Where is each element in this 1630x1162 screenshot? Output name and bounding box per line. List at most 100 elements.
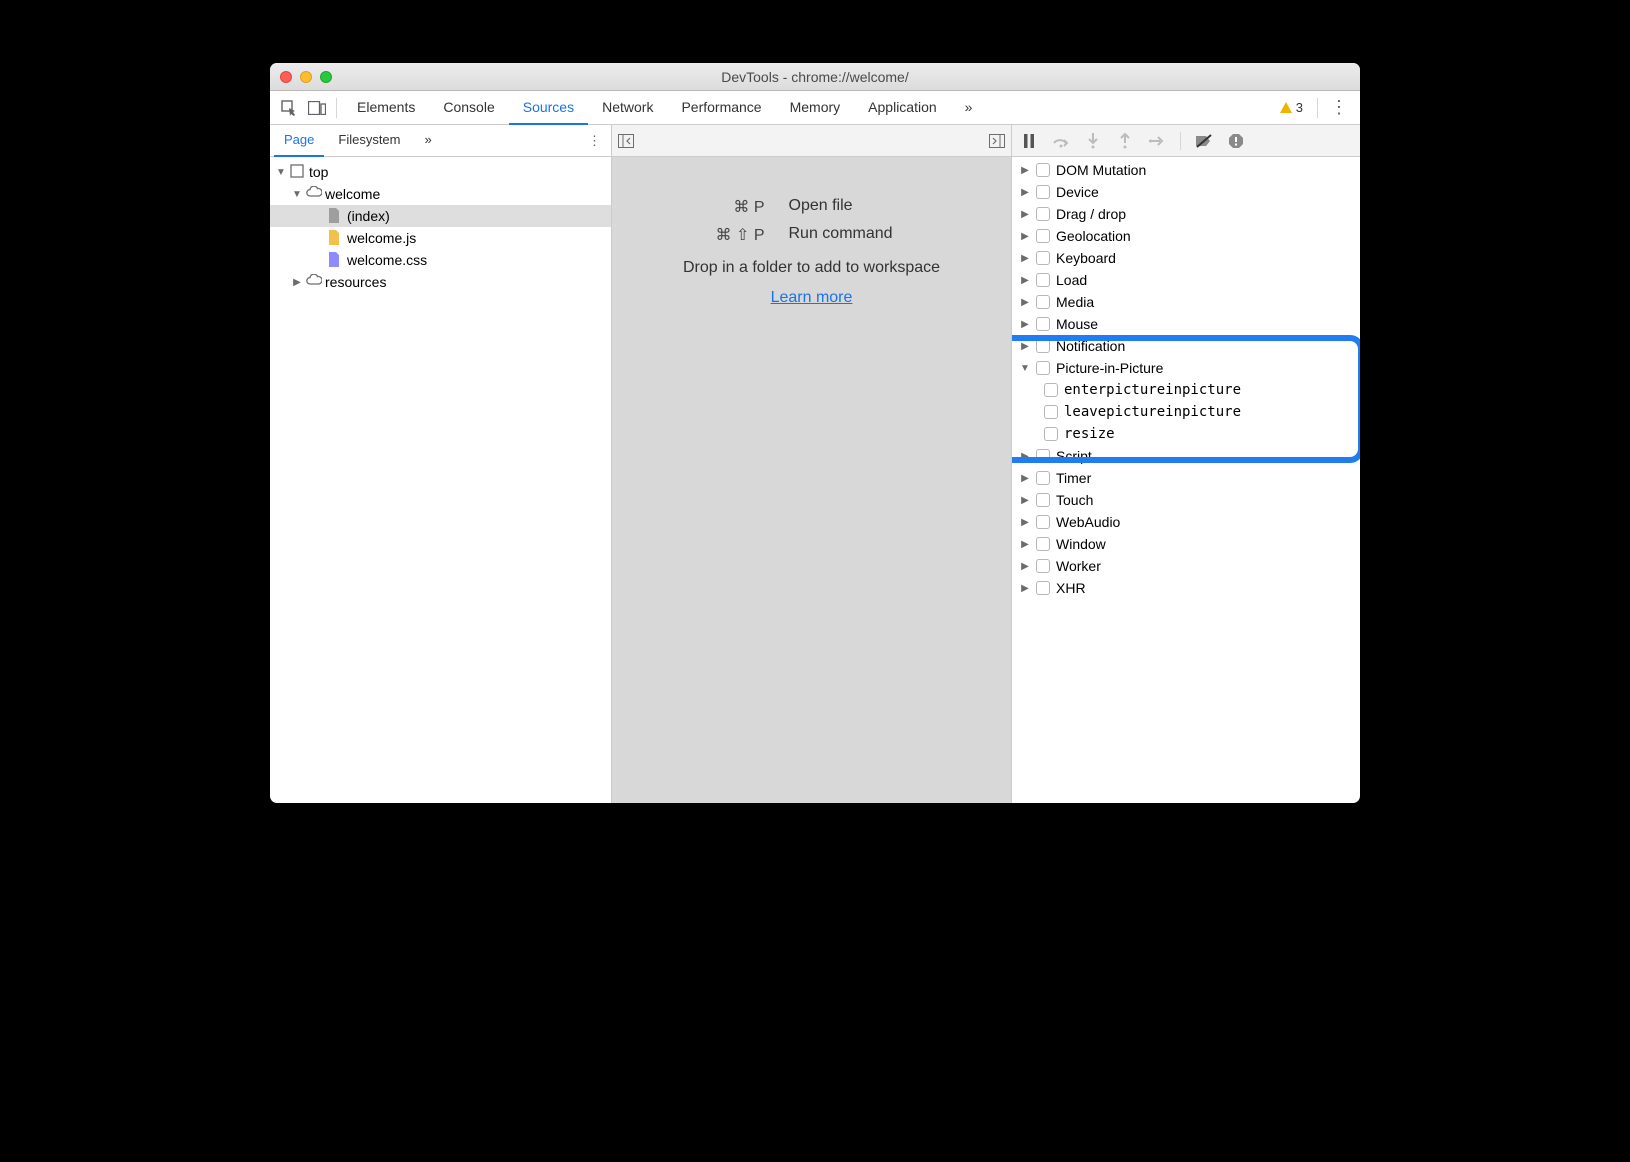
debugger-panel: ▶DOM Mutation▶Device▶Drag / drop▶Geoloca… bbox=[1012, 125, 1360, 803]
breakpoint-checkbox[interactable] bbox=[1036, 515, 1050, 529]
toolbar-separator bbox=[1317, 98, 1318, 118]
breakpoint-category[interactable]: ▶Window bbox=[1012, 533, 1360, 555]
pause-icon[interactable] bbox=[1020, 132, 1038, 150]
breakpoint-checkbox[interactable] bbox=[1036, 493, 1050, 507]
breakpoint-checkbox[interactable] bbox=[1036, 185, 1050, 199]
breakpoint-label: Mouse bbox=[1056, 316, 1098, 332]
breakpoint-label: DOM Mutation bbox=[1056, 162, 1146, 178]
breakpoint-checkbox[interactable] bbox=[1036, 163, 1050, 177]
tabs-overflow[interactable]: » bbox=[951, 91, 987, 125]
tree-node-welcome[interactable]: ▼ welcome bbox=[270, 183, 611, 205]
breakpoint-checkbox[interactable] bbox=[1036, 317, 1050, 331]
caret-right-icon: ▶ bbox=[1020, 165, 1030, 176]
editor-toolbar bbox=[612, 125, 1011, 157]
breakpoint-category[interactable]: ▶ DOM Mutation bbox=[1012, 159, 1360, 181]
breakpoint-category[interactable]: ▶Drag / drop bbox=[1012, 203, 1360, 225]
breakpoint-category[interactable]: ▶Keyboard bbox=[1012, 247, 1360, 269]
breakpoint-checkbox[interactable] bbox=[1036, 449, 1050, 463]
breakpoint-category[interactable]: ▶ WebAudio bbox=[1012, 511, 1360, 533]
breakpoint-event[interactable]: resize bbox=[1012, 423, 1360, 445]
navigator-tab-page[interactable]: Page bbox=[274, 125, 324, 157]
document-icon bbox=[328, 208, 343, 224]
breakpoint-checkbox[interactable] bbox=[1036, 471, 1050, 485]
breakpoint-label: Timer bbox=[1056, 470, 1091, 486]
breakpoint-category[interactable]: ▶Notification bbox=[1012, 335, 1360, 357]
tree-node-resources[interactable]: ▶ resources bbox=[270, 271, 611, 293]
navigator-tabs: Page Filesystem » ⋮ bbox=[270, 125, 611, 157]
tab-performance[interactable]: Performance bbox=[667, 91, 775, 125]
tree-node-index[interactable]: (index) bbox=[270, 205, 611, 227]
breakpoint-category[interactable]: ▶ Mouse bbox=[1012, 313, 1360, 335]
tab-memory[interactable]: Memory bbox=[776, 91, 855, 125]
breakpoint-checkbox[interactable] bbox=[1036, 361, 1050, 375]
warnings-badge[interactable]: 3 bbox=[1272, 100, 1311, 115]
breakpoint-checkbox[interactable] bbox=[1036, 295, 1050, 309]
breakpoint-category[interactable]: ▶ Timer bbox=[1012, 467, 1360, 489]
tab-network[interactable]: Network bbox=[588, 91, 667, 125]
breakpoint-category[interactable]: ▶Media bbox=[1012, 291, 1360, 313]
show-navigator-icon[interactable] bbox=[618, 134, 634, 148]
breakpoint-label: XHR bbox=[1056, 580, 1086, 596]
settings-menu-icon[interactable]: ⋮ bbox=[1324, 97, 1354, 118]
device-toolbar-icon[interactable] bbox=[304, 95, 330, 121]
css-file-icon bbox=[328, 252, 343, 268]
caret-right-icon: ▶ bbox=[1020, 319, 1030, 330]
cloud-icon bbox=[306, 274, 321, 290]
breakpoint-checkbox[interactable] bbox=[1036, 581, 1050, 595]
deactivate-breakpoints-icon[interactable] bbox=[1195, 132, 1213, 150]
caret-right-icon: ▶ bbox=[1020, 473, 1030, 484]
breakpoint-checkbox[interactable] bbox=[1044, 405, 1058, 419]
breakpoint-checkbox[interactable] bbox=[1036, 273, 1050, 287]
breakpoint-category[interactable]: ▶Geolocation bbox=[1012, 225, 1360, 247]
step-over-icon[interactable] bbox=[1052, 132, 1070, 150]
tree-node-welcomecss[interactable]: welcome.css bbox=[270, 249, 611, 271]
breakpoint-checkbox[interactable] bbox=[1036, 339, 1050, 353]
breakpoint-category[interactable]: ▶Load bbox=[1012, 269, 1360, 291]
breakpoint-category[interactable]: ▶Script bbox=[1012, 445, 1360, 467]
breakpoint-label: Touch bbox=[1056, 492, 1093, 508]
tab-elements[interactable]: Elements bbox=[343, 91, 429, 125]
editor-panel: ⌘ P Open file ⌘ ⇧ P Run command Drop in … bbox=[612, 125, 1012, 803]
breakpoint-category[interactable]: ▶Device bbox=[1012, 181, 1360, 203]
caret-right-icon: ▶ bbox=[1020, 517, 1030, 528]
pause-on-exceptions-icon[interactable] bbox=[1227, 132, 1245, 150]
navigator-tab-overflow[interactable]: » bbox=[415, 125, 442, 157]
frame-icon bbox=[290, 164, 305, 180]
breakpoint-checkbox[interactable] bbox=[1036, 207, 1050, 221]
show-debugger-icon[interactable] bbox=[989, 134, 1005, 148]
breakpoint-checkbox[interactable] bbox=[1044, 427, 1058, 441]
devtools-window: DevTools - chrome://welcome/ Elements Co… bbox=[270, 63, 1360, 803]
breakpoint-category[interactable]: ▼Picture-in-Picture bbox=[1012, 357, 1360, 379]
breakpoint-label: WebAudio bbox=[1056, 514, 1120, 530]
step-icon[interactable] bbox=[1148, 132, 1166, 150]
breakpoint-category[interactable]: ▶XHR bbox=[1012, 577, 1360, 599]
step-into-icon[interactable] bbox=[1084, 132, 1102, 150]
caret-right-icon: ▶ bbox=[1020, 341, 1030, 352]
breakpoint-checkbox[interactable] bbox=[1036, 251, 1050, 265]
breakpoint-category[interactable]: ▶Worker bbox=[1012, 555, 1360, 577]
breakpoint-label: Drag / drop bbox=[1056, 206, 1126, 222]
learn-more-link[interactable]: Learn more bbox=[771, 289, 853, 307]
breakpoint-label: Device bbox=[1056, 184, 1099, 200]
tree-node-welcomejs[interactable]: welcome.js bbox=[270, 227, 611, 249]
breakpoint-checkbox[interactable] bbox=[1044, 383, 1058, 397]
navigator-more-icon[interactable]: ⋮ bbox=[588, 133, 601, 149]
tree-label: (index) bbox=[347, 208, 390, 224]
breakpoint-event[interactable]: leavepictureinpicture bbox=[1012, 401, 1360, 423]
caret-right-icon: ▶ bbox=[1020, 451, 1030, 462]
toolbar-separator bbox=[336, 98, 337, 118]
breakpoint-category[interactable]: ▶Touch bbox=[1012, 489, 1360, 511]
inspect-element-icon[interactable] bbox=[276, 95, 302, 121]
breakpoint-checkbox[interactable] bbox=[1036, 559, 1050, 573]
step-out-icon[interactable] bbox=[1116, 132, 1134, 150]
navigator-tab-filesystem[interactable]: Filesystem bbox=[328, 125, 410, 157]
caret-down-icon: ▼ bbox=[292, 189, 302, 200]
breakpoint-label: Geolocation bbox=[1056, 228, 1131, 244]
tree-node-top[interactable]: ▼ top bbox=[270, 161, 611, 183]
breakpoint-checkbox[interactable] bbox=[1036, 229, 1050, 243]
breakpoint-event[interactable]: enterpictureinpicture bbox=[1012, 379, 1360, 401]
tab-sources[interactable]: Sources bbox=[509, 91, 588, 125]
tab-console[interactable]: Console bbox=[429, 91, 508, 125]
breakpoint-checkbox[interactable] bbox=[1036, 537, 1050, 551]
tab-application[interactable]: Application bbox=[854, 91, 951, 125]
